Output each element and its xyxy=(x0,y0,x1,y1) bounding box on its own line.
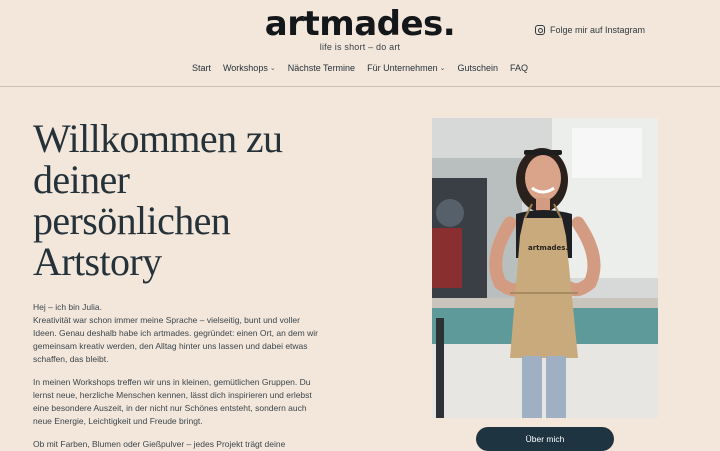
projects-paragraph: Ob mit Farben, Blumen oder Gießpulver – … xyxy=(33,439,286,449)
chevron-down-icon: ⌄ xyxy=(269,65,276,72)
nav-item-faq[interactable]: FAQ xyxy=(510,63,528,73)
main-nav: Start Workshops ⌄ Nächste Termine Für Un… xyxy=(0,63,720,73)
nav-item-start[interactable]: Start xyxy=(192,63,211,73)
nav-item-workshops[interactable]: Workshops ⌄ xyxy=(223,63,276,73)
intro-text: Kreativität war schon immer meine Sprach… xyxy=(33,315,318,364)
chevron-down-icon: ⌄ xyxy=(439,65,446,72)
hero-title: Willkommen zu deiner persönlichen Artsto… xyxy=(33,118,333,282)
nav-label: FAQ xyxy=(510,63,529,73)
portrait-illustration: artmades. xyxy=(432,118,658,418)
hero-title-line: persönlichen xyxy=(33,198,231,243)
portrait-photo: artmades. xyxy=(432,118,658,418)
nav-item-gutschein[interactable]: Gutschein xyxy=(458,63,499,73)
tagline: life is short – do art xyxy=(319,42,401,52)
nav-item-fuer-unternehmen[interactable]: Für Unternehmen ⌄ xyxy=(367,63,445,73)
nav-label: Workshops xyxy=(222,63,268,73)
nav-label: Gutschein xyxy=(457,63,499,73)
hero-title-line: Willkommen zu xyxy=(33,116,283,161)
hero-title-line: deiner xyxy=(33,157,130,202)
workshops-paragraph: In meinen Workshops treffen wir uns in k… xyxy=(33,377,312,426)
nav-item-naechste-termine[interactable]: Nächste Termine xyxy=(288,63,355,73)
instagram-link[interactable]: Folge mir auf Instagram xyxy=(535,25,645,35)
about-me-button[interactable]: Über mich xyxy=(476,427,614,451)
logo[interactable]: artmades. xyxy=(0,4,720,44)
apron-logo-text: artmades. xyxy=(528,244,568,252)
intro-paragraph: Hej – ich bin Julia. Kreativität war sch… xyxy=(33,301,323,366)
site-header: artmades. life is short – do art Folge m… xyxy=(0,0,720,87)
intro-greeting: Hej – ich bin Julia. xyxy=(33,302,102,312)
instagram-label: Folge mir auf Instagram xyxy=(550,25,646,35)
instagram-icon xyxy=(535,25,545,35)
nav-label: Nächste Termine xyxy=(287,63,356,73)
nav-label: Für Unternehmen xyxy=(367,63,438,73)
hero-title-line: Artstory xyxy=(33,239,162,284)
nav-label: Start xyxy=(191,63,211,73)
